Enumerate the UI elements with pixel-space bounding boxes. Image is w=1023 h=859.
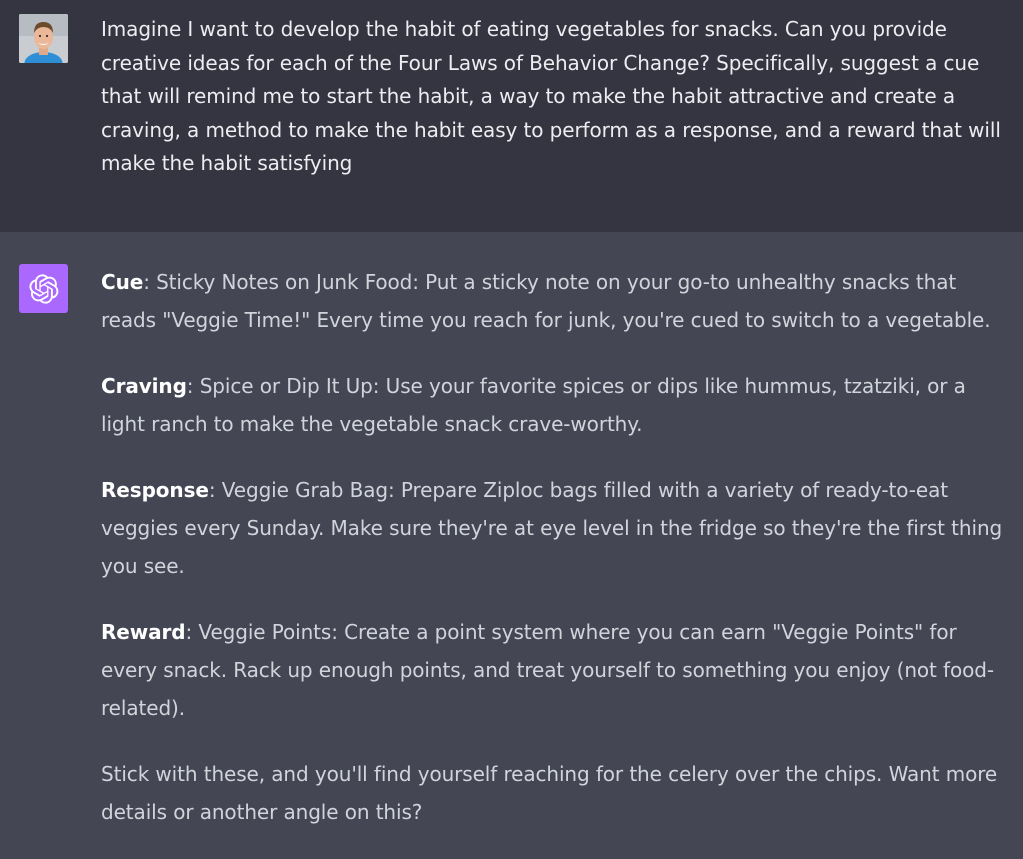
- paragraph-craving: Craving: Spice or Dip It Up: Use your fa…: [101, 367, 1013, 443]
- text-response: : Veggie Grab Bag: Prepare Ziploc bags f…: [101, 478, 1003, 578]
- text-cue: : Sticky Notes on Junk Food: Put a stick…: [101, 270, 991, 332]
- assistant-message-content: Cue: Sticky Notes on Junk Food: Put a st…: [101, 263, 1013, 859]
- paragraph-cue: Cue: Sticky Notes on Junk Food: Put a st…: [101, 263, 1013, 339]
- user-message-text: Imagine I want to develop the habit of e…: [101, 17, 1001, 175]
- label-craving: Craving: [101, 374, 187, 398]
- assistant-message-row: Cue: Sticky Notes on Junk Food: Put a st…: [0, 232, 1023, 824]
- label-response: Response: [101, 478, 209, 502]
- openai-logo-icon: [28, 273, 58, 304]
- paragraph-response: Response: Veggie Grab Bag: Prepare Ziplo…: [101, 471, 1013, 585]
- assistant-avatar: [19, 264, 68, 313]
- text-craving: : Spice or Dip It Up: Use your favorite …: [101, 374, 966, 436]
- paragraph-reward: Reward: Veggie Points: Create a point sy…: [101, 613, 1013, 727]
- text-reward: : Veggie Points: Create a point system w…: [101, 620, 994, 720]
- closing-paragraph: Stick with these, and you'll find yourse…: [101, 762, 998, 824]
- user-message-row: Imagine I want to develop the habit of e…: [0, 0, 1023, 232]
- label-reward: Reward: [101, 620, 186, 644]
- user-avatar: [19, 14, 68, 63]
- label-cue: Cue: [101, 270, 144, 294]
- user-photo-icon: [19, 14, 68, 63]
